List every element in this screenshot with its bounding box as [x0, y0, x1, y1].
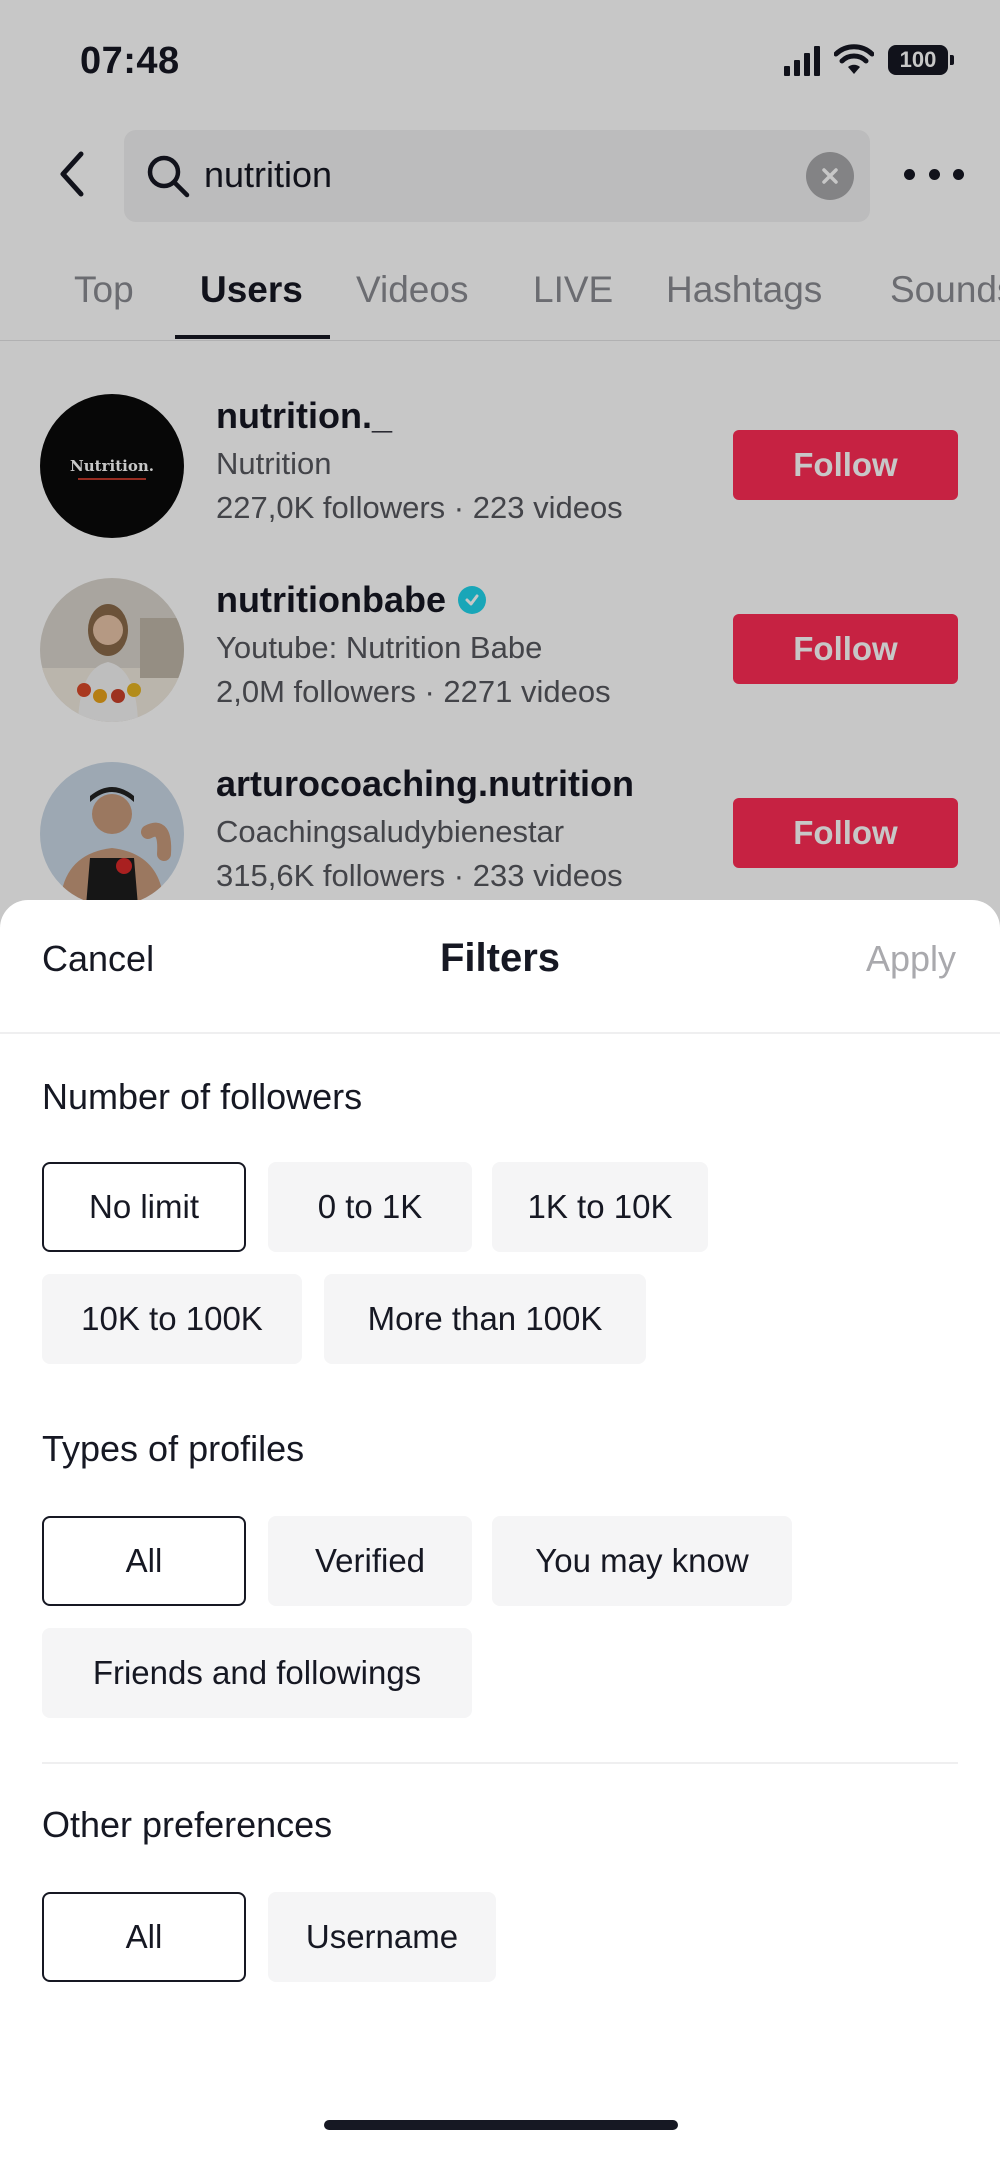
chip-profiles-friends-followings[interactable]: Friends and followings — [42, 1628, 472, 1718]
home-indicator — [324, 2120, 678, 2130]
chip-profiles-verified[interactable]: Verified — [268, 1516, 472, 1606]
apply-button[interactable]: Apply — [866, 938, 956, 980]
chip-profiles-you-may-know[interactable]: You may know — [492, 1516, 792, 1606]
chip-followers-no-limit[interactable]: No limit — [42, 1162, 246, 1252]
chip-followers-0-1k[interactable]: 0 to 1K — [268, 1162, 472, 1252]
chip-followers-more-100k[interactable]: More than 100K — [324, 1274, 646, 1364]
section-divider — [42, 1762, 958, 1764]
chip-other-username[interactable]: Username — [268, 1892, 496, 1982]
screen: 07:48 100 nutrition Top Users Videos LIV… — [0, 0, 1000, 2164]
chip-profiles-all[interactable]: All — [42, 1516, 246, 1606]
other-preferences-section-title: Other preferences — [42, 1804, 333, 1845]
chip-followers-10k-100k[interactable]: 10K to 100K — [42, 1274, 302, 1364]
profile-types-section-title: Types of profiles — [42, 1428, 305, 1469]
followers-section-title: Number of followers — [42, 1076, 363, 1117]
chip-followers-1k-10k[interactable]: 1K to 10K — [492, 1162, 708, 1252]
cancel-button[interactable]: Cancel — [42, 938, 154, 980]
chip-other-all[interactable]: All — [42, 1892, 246, 1982]
filters-sheet: Cancel Filters Apply Number of followers… — [0, 900, 1000, 2164]
sheet-header: Cancel Filters Apply — [0, 900, 1000, 1034]
